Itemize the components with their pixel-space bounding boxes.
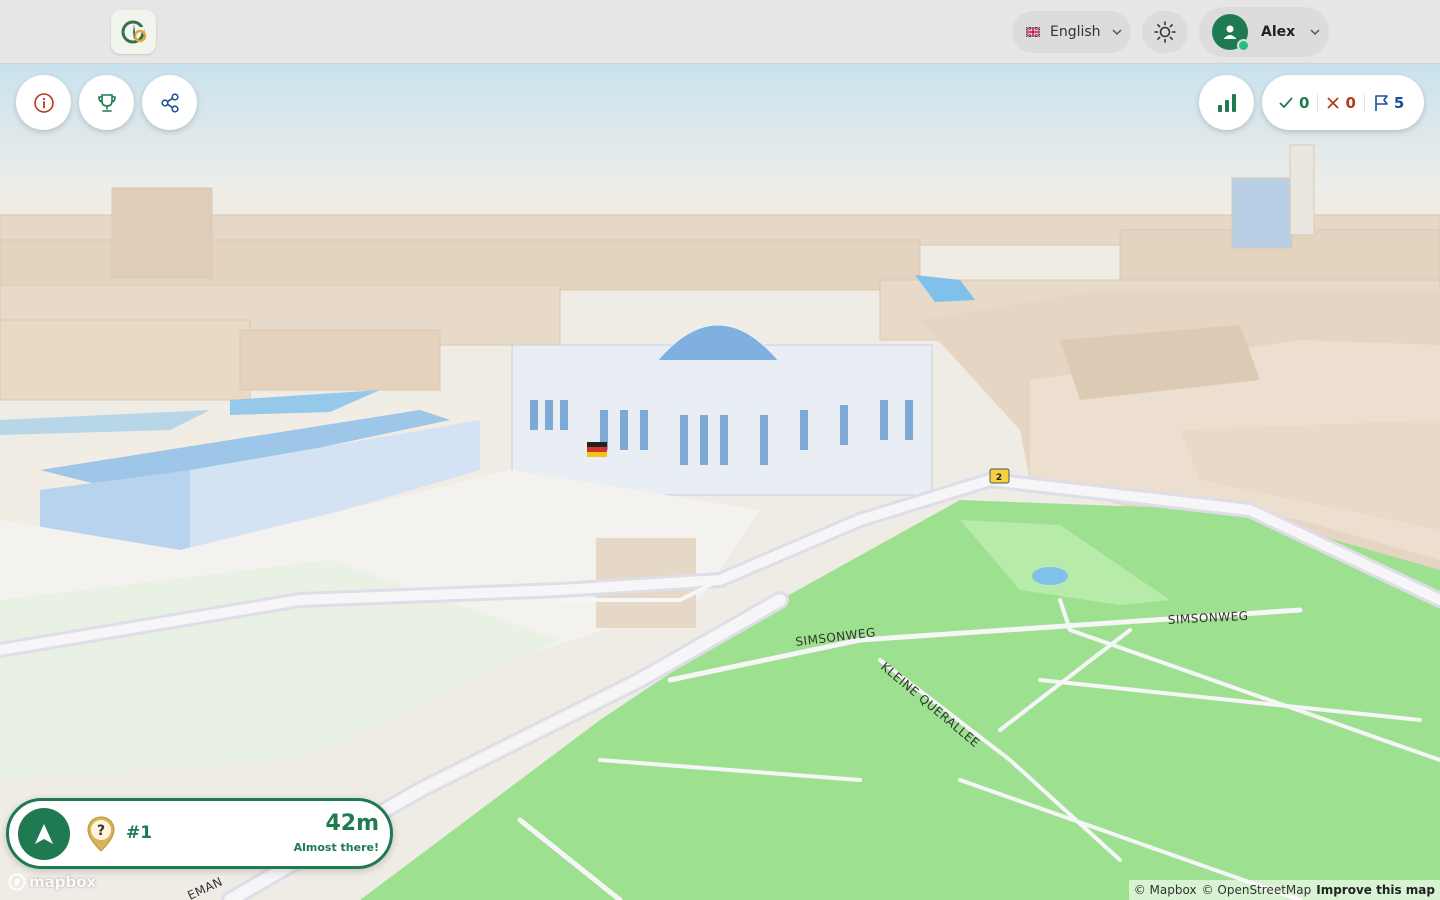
improve-map-link[interactable]: Improve this map	[1316, 883, 1435, 897]
chevron-down-icon	[1310, 29, 1320, 36]
user-menu-button[interactable]: Alex	[1199, 7, 1329, 57]
user-name: Alex	[1261, 24, 1296, 40]
mapbox-attribution-link[interactable]: © Mapbox	[1134, 883, 1197, 897]
flag-icon	[1375, 94, 1388, 111]
trophy-icon	[97, 93, 116, 112]
share-button[interactable]	[142, 75, 197, 130]
wrong-value: 0	[1345, 93, 1356, 112]
online-status-dot	[1237, 39, 1250, 52]
flags-remaining: 5	[1373, 94, 1404, 112]
info-button[interactable]	[16, 75, 71, 130]
language-label: English	[1050, 24, 1101, 40]
check-icon	[1279, 96, 1293, 108]
wrong-count: 0	[1326, 93, 1356, 112]
target-number: #1	[126, 823, 153, 843]
flags-value: 5	[1393, 93, 1405, 112]
route-shield-label: 2	[996, 473, 1002, 483]
theme-toggle-button[interactable]	[1142, 11, 1188, 53]
divider	[1363, 93, 1365, 112]
app-logo[interactable]	[111, 10, 156, 54]
score-summary: 0 0 5	[1262, 75, 1424, 130]
globe-compass-logo-icon	[121, 20, 146, 44]
uk-flag-icon	[1026, 27, 1040, 37]
chevron-down-icon	[1112, 29, 1122, 36]
mapbox-logo[interactable]: mapbox	[8, 873, 96, 891]
reichstag-building	[511, 324, 933, 496]
route-shield: 2	[989, 468, 1010, 484]
current-target-card[interactable]: ? #1 42m Almost there!	[6, 798, 393, 869]
correct-count: 0	[1278, 94, 1309, 112]
distance-value: 42m	[325, 811, 379, 836]
svg-text:?: ?	[97, 823, 105, 839]
leaderboard-trophy-button[interactable]	[79, 75, 134, 130]
sun-icon	[1154, 21, 1176, 43]
avatar	[1212, 14, 1250, 52]
osm-attribution-link[interactable]: © OpenStreetMap	[1202, 883, 1312, 897]
bar-chart-icon	[1217, 93, 1236, 112]
map-canvas[interactable]: SIMSONWEG SIMSONWEG KLEINE QUERALLEE EMA…	[0, 0, 1440, 900]
language-selector[interactable]: English	[1012, 11, 1131, 53]
mapbox-wordmark: mapbox	[29, 873, 97, 891]
stats-button[interactable]	[1199, 75, 1254, 130]
map-attribution: © Mapbox © OpenStreetMap Improve this ma…	[1128, 880, 1440, 900]
top-bar: English Alex	[0, 0, 1440, 64]
share-icon	[160, 92, 179, 113]
navigation-arrow-icon	[35, 824, 53, 844]
divider	[1317, 93, 1319, 112]
proximity-message: Almost there!	[293, 841, 379, 854]
navigate-button[interactable]	[18, 808, 70, 860]
info-icon	[33, 92, 54, 113]
mapbox-logo-icon	[8, 873, 26, 891]
close-icon	[1327, 96, 1340, 109]
correct-value: 0	[1299, 93, 1310, 112]
map-view[interactable]: SIMSONWEG SIMSONWEG KLEINE QUERALLEE EMA…	[0, 0, 1440, 900]
mystery-location-pin-icon: ?	[87, 816, 115, 852]
user-icon	[1223, 25, 1237, 39]
